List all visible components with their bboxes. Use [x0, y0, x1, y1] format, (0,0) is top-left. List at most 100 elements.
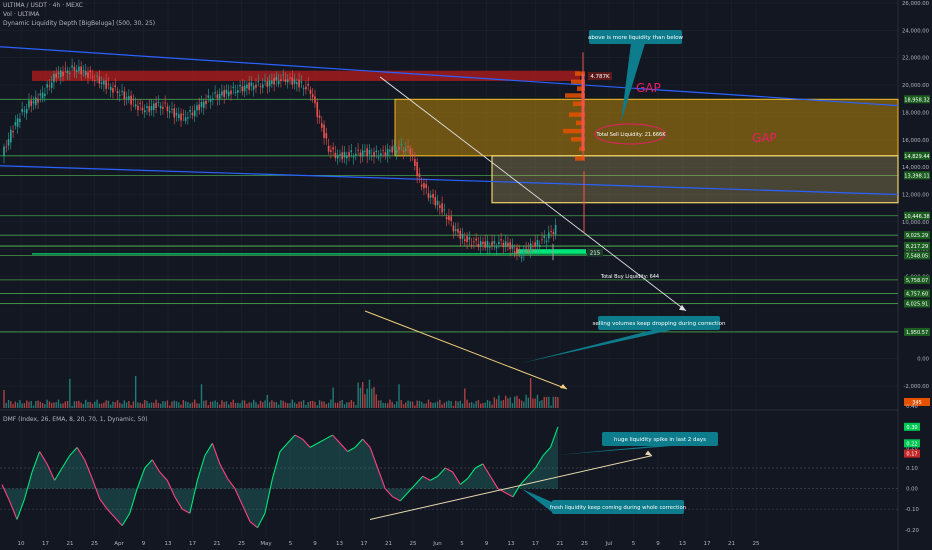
buy-liquidity-bar [516, 249, 586, 254]
volume-bar [121, 403, 123, 408]
volume-bar [543, 396, 545, 408]
volume-bar [271, 400, 273, 408]
volume-bar [323, 401, 325, 408]
candle-body [409, 148, 412, 155]
volume-bar [341, 400, 343, 408]
candle-body [261, 84, 264, 88]
candle-body [414, 158, 416, 166]
volume-bar [173, 400, 175, 408]
x-tick-label: 25 [238, 541, 245, 547]
candle-body [470, 244, 473, 246]
candle-body [520, 256, 523, 259]
volume-bar [457, 401, 459, 408]
candle-body [80, 66, 82, 75]
buy-liquidity-line [32, 253, 587, 255]
candle-body [5, 146, 8, 148]
candle-body [209, 98, 212, 102]
candle-body [436, 200, 439, 206]
candle-body [114, 85, 117, 88]
volume-bar [466, 399, 468, 408]
volume-bar [402, 404, 405, 408]
volume-bar [114, 402, 116, 408]
candle-body [196, 105, 198, 111]
indicator-legend[interactable]: Dynamic Liquidity Depth [BigBeluga] (500… [3, 20, 155, 27]
volume-bar [60, 403, 62, 408]
volume-bar [103, 402, 105, 408]
volume-bar [148, 403, 150, 408]
volume-bar [452, 405, 455, 408]
candle-body [21, 108, 23, 112]
price-tick-label: 14,000.00 [902, 165, 930, 171]
volume-bar [373, 386, 375, 408]
candle-body [429, 195, 432, 198]
candle-body [377, 157, 380, 159]
level-tag-label: 5,758.07 [906, 278, 928, 284]
candle-body [384, 152, 387, 157]
candle-body [157, 101, 160, 103]
price-tick-label: 26,000.00 [902, 1, 930, 7]
price-tick-label: -2,000.00 [904, 384, 930, 390]
candle-body [116, 91, 119, 94]
candle-body [448, 215, 450, 221]
volume-bar [214, 400, 216, 408]
x-tick-label: 9 [656, 541, 660, 547]
volume-bar [321, 401, 323, 408]
candle-body [341, 152, 344, 160]
volume-bar [266, 394, 269, 408]
volume-bar [468, 402, 471, 408]
volume-bar [352, 401, 355, 408]
price-tick-label: 22,000.00 [902, 56, 930, 62]
volume-bar [46, 399, 48, 408]
candle-body [182, 114, 185, 115]
candle-body [146, 106, 148, 108]
volume-bar [123, 400, 126, 408]
candle-body [121, 90, 123, 92]
x-tick-label: 21 [728, 541, 735, 547]
volume-bar [411, 401, 414, 408]
candle-body [189, 109, 191, 112]
volume-bar [502, 399, 505, 408]
volume-bar [541, 400, 543, 408]
volume-bar [182, 399, 185, 408]
volume-bar [134, 376, 137, 408]
candle-body [246, 84, 248, 89]
volume-bar [407, 400, 409, 408]
candle-body [511, 244, 514, 249]
volume-bar [434, 402, 436, 408]
volume-bar [309, 401, 312, 408]
candle-body [330, 150, 332, 152]
candle-body [46, 84, 48, 88]
candle-body [19, 118, 21, 122]
volume-bar [539, 401, 541, 408]
dmf-legend[interactable]: DMF (Index, 26, EMA, 8, 20, 70, 1, Dynam… [3, 416, 148, 423]
volume-bar [237, 402, 239, 408]
candle-body [352, 156, 355, 158]
candle-body [325, 133, 328, 139]
candle-body [7, 139, 10, 146]
volume-bar [427, 399, 430, 408]
candle-body [255, 84, 257, 88]
candle-body [216, 94, 219, 99]
candle-body [554, 225, 557, 235]
candle-body [87, 72, 89, 78]
x-tick-label: 5 [632, 541, 636, 547]
candle-body [198, 104, 201, 111]
x-tick-label: 17 [704, 541, 711, 547]
volume-bar [89, 401, 91, 408]
symbol-title[interactable]: ULTIMA / USDT · 4h · MEXC [3, 2, 83, 9]
dmf-value-label: 0.30 [906, 425, 917, 431]
volume-bar [273, 401, 275, 408]
candle-body [268, 80, 271, 87]
candle-body [350, 150, 353, 153]
volume-bar [119, 402, 121, 408]
volume-bar [346, 402, 348, 408]
volume-bar [430, 402, 432, 408]
volume-bar [62, 403, 64, 408]
dmf-tick-label: -0.10 [905, 507, 919, 513]
candle-body [243, 85, 246, 92]
volume-legend[interactable]: Vol · ULTIMA [3, 11, 39, 18]
x-tick-label: 25 [581, 541, 588, 547]
candle-body [221, 91, 223, 96]
level-tag-label: 8,217.29 [906, 244, 928, 250]
volume-bar [228, 404, 230, 408]
